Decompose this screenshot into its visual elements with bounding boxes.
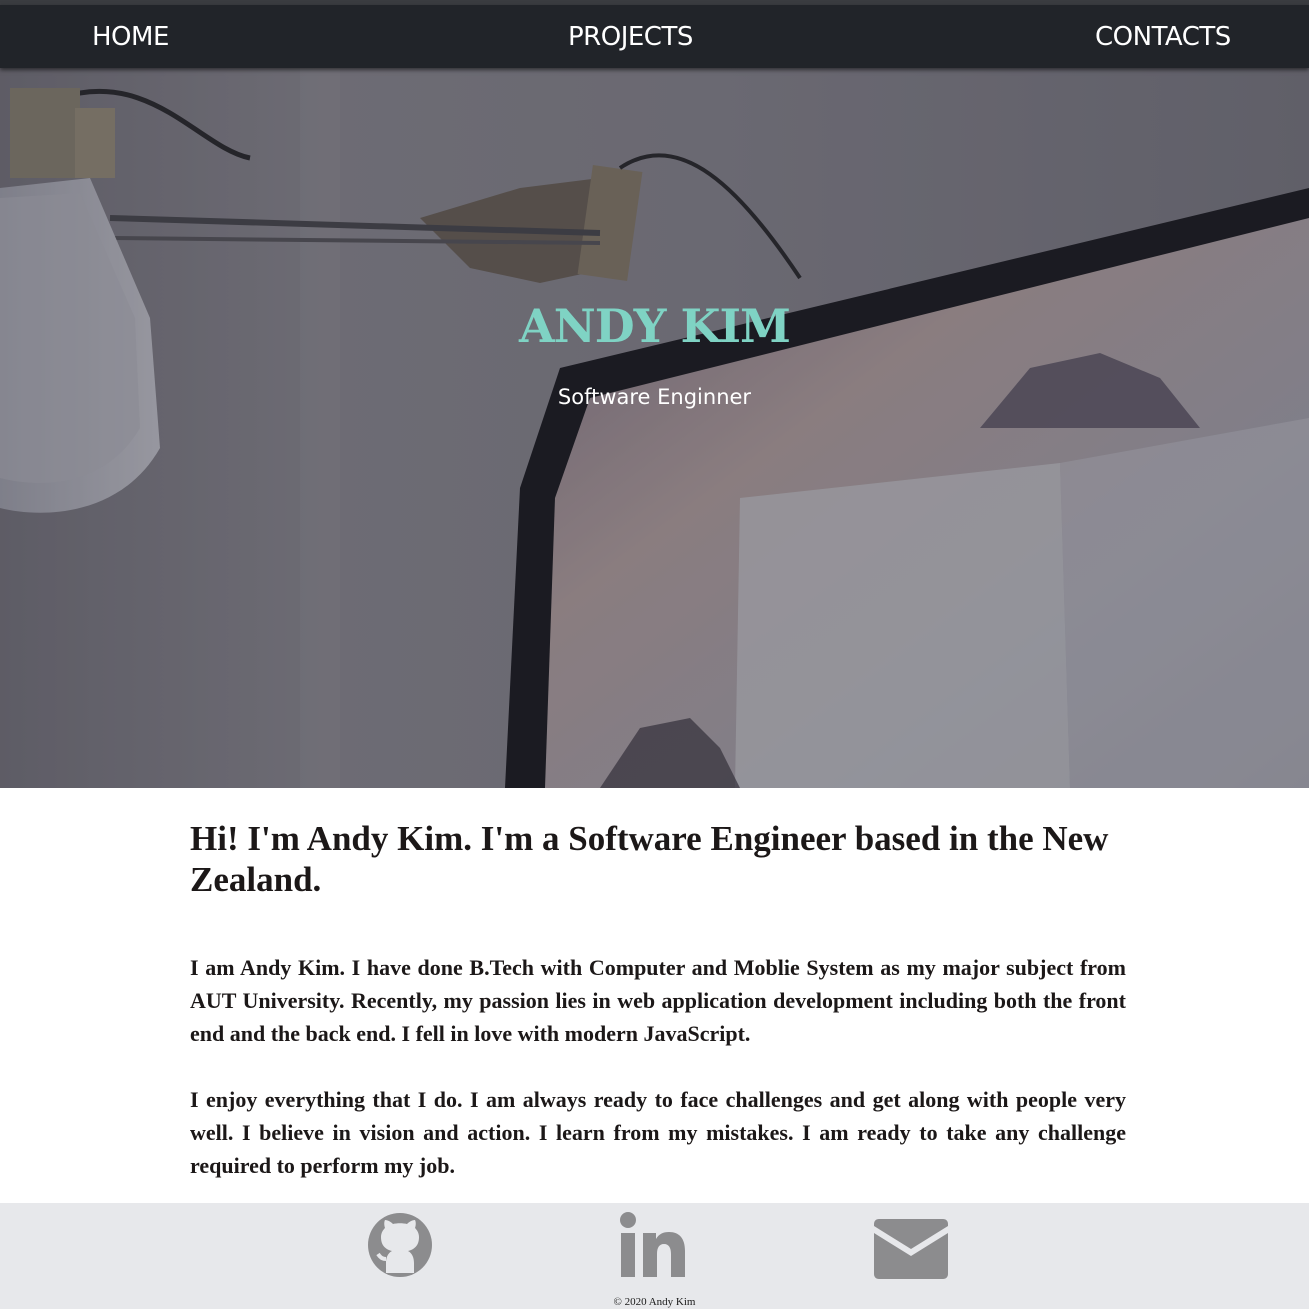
email-link[interactable]: [872, 1211, 950, 1284]
hero-title: ANDY KIM: [519, 299, 791, 353]
about-heading: Hi! I'm Andy Kim. I'm a Software Enginee…: [190, 819, 1109, 899]
linkedin-link[interactable]: [619, 1211, 687, 1284]
hero-overlay: [0, 68, 1309, 788]
linkedin-icon: [620, 1212, 685, 1277]
github-icon: [368, 1213, 432, 1277]
nav-home-link[interactable]: HOME: [92, 20, 169, 54]
email-icon: [874, 1219, 948, 1279]
main-nav: HOME PROJECTS CONTACTS: [0, 5, 1309, 68]
about-section: Hi! I'm Andy Kim. I'm a Software Enginee…: [190, 818, 1126, 1178]
github-link[interactable]: [366, 1211, 434, 1284]
hero-banner: ANDY KIM Software Enginner: [0, 68, 1309, 788]
nav-projects-link[interactable]: PROJECTS: [568, 20, 693, 54]
footer: © 2020 Andy Kim: [0, 1203, 1309, 1309]
copyright-text: © 2020 Andy Kim: [613, 1296, 696, 1308]
about-paragraph: I am Andy Kim. I have done B.Tech with C…: [190, 955, 1126, 1046]
hero-subtitle: Software Enginner: [557, 385, 752, 409]
about-paragraph: I enjoy everything that I do. I am alway…: [190, 1087, 1126, 1178]
nav-contacts-link[interactable]: CONTACTS: [1095, 20, 1231, 54]
